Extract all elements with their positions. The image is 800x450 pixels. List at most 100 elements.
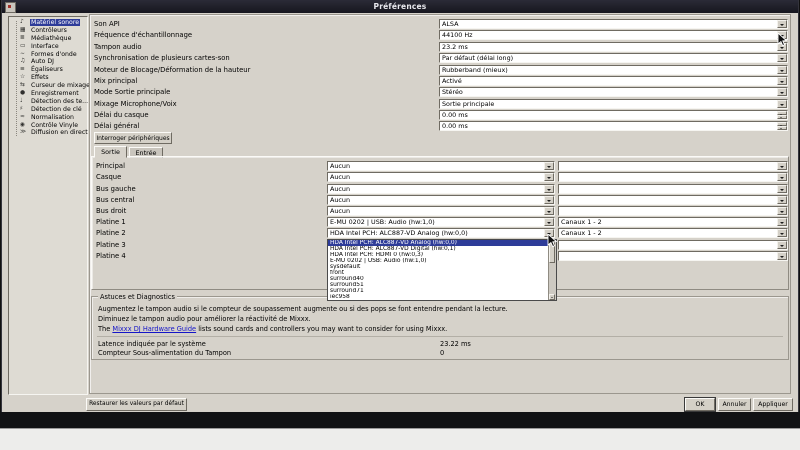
deck2-device-combobox[interactable]: HDA Intel PCH: ALC887-VD Analog (hw:0,0) xyxy=(327,228,555,238)
chevron-down-icon[interactable] xyxy=(777,162,787,170)
chevron-down-icon[interactable] xyxy=(777,88,787,96)
broadcast-icon: ≫ xyxy=(20,129,28,137)
bus-left-channel-combobox[interactable] xyxy=(558,184,788,194)
tip-line: The Mixxx DJ Hardware Guide lists sound … xyxy=(98,325,447,333)
form-label: Moteur de Blocage/Déformation de la haut… xyxy=(94,66,250,74)
preferences-nav: ♪Matériel sonore ▦Contrôleurs ≣Médiathèq… xyxy=(8,16,88,395)
monitor-icon: ▭ xyxy=(20,43,28,51)
speaker-icon: ♪ xyxy=(20,19,28,27)
audio-buffer-combobox[interactable]: 23.2 ms xyxy=(439,42,788,52)
bus-right-device-combobox[interactable]: Aucun xyxy=(327,206,555,216)
chevron-down-icon[interactable] xyxy=(777,185,787,193)
chevron-down-icon[interactable] xyxy=(777,54,787,62)
chevron-down-icon[interactable] xyxy=(777,196,787,204)
keylock-engine-combobox[interactable]: Rubberband (mieux) xyxy=(439,65,788,75)
chevron-down-icon[interactable] xyxy=(777,218,787,226)
scroll-down-icon[interactable] xyxy=(549,294,555,300)
deck2-channel-combobox[interactable]: Canaux 1 - 2 xyxy=(558,228,788,238)
api-combobox[interactable]: ALSA xyxy=(439,19,788,29)
dropdown-scrollbar[interactable] xyxy=(548,240,556,300)
sidebar-item-vinyl-control[interactable]: ◉Contrôle Vinyle xyxy=(9,122,87,130)
master-device-combobox[interactable]: Aucun xyxy=(327,161,555,171)
master-mix-combobox[interactable]: Activé xyxy=(439,76,788,86)
chevron-down-icon[interactable] xyxy=(777,100,787,108)
bus-center-device-combobox[interactable]: Aucun xyxy=(327,195,555,205)
device-row-label: Platine 4 xyxy=(96,252,126,260)
master-output-mode-combobox[interactable]: Stéréo xyxy=(439,87,788,97)
recorder-toolbar: ▶ Image par image • « » 00:00:10 00:00:1… xyxy=(0,428,800,450)
dropdown-option[interactable]: iec958 xyxy=(328,294,549,300)
headphone-channel-combobox[interactable] xyxy=(558,172,788,182)
sidebar-item-controllers[interactable]: ▦Contrôleurs xyxy=(9,27,87,35)
ok-button[interactable]: OK xyxy=(685,398,715,411)
chevron-down-icon[interactable] xyxy=(777,229,787,237)
deck4-channel-combobox[interactable] xyxy=(558,251,788,261)
chevron-down-icon[interactable] xyxy=(777,252,787,260)
bus-center-channel-combobox[interactable] xyxy=(558,195,788,205)
sidebar-item-live-broadcasting[interactable]: ≫Diffusion en direct xyxy=(9,129,87,137)
headphone-delay-spinbox[interactable]: 0.00 ms xyxy=(439,110,788,120)
apply-button[interactable]: Appliquer xyxy=(753,398,793,411)
chevron-down-icon[interactable] xyxy=(544,173,554,181)
tip-line: Diminuez le tampon audio pour améliorer … xyxy=(98,315,311,323)
sidebar-item-key-detection[interactable]: ♯Détection de clé xyxy=(9,106,87,114)
sidebar-item-sound-hardware[interactable]: ♪Matériel sonore xyxy=(9,19,87,27)
tab-output[interactable]: Sortie xyxy=(94,146,127,158)
chevron-down-icon[interactable] xyxy=(544,196,554,204)
sidebar-item-effects[interactable]: ☆Effets xyxy=(9,74,87,82)
spin-down-icon[interactable] xyxy=(777,115,787,119)
master-channel-combobox[interactable] xyxy=(558,161,788,171)
titlebar[interactable]: Préférences xyxy=(2,0,798,13)
device-row-label: Bus droit xyxy=(96,207,126,215)
underflow-label: Compteur Sous-alimentation du Tampon xyxy=(98,349,231,357)
sidebar-item-normalization[interactable]: ≈Normalisation xyxy=(9,114,87,122)
sidebar-item-library[interactable]: ≣Médiathèque xyxy=(9,35,87,43)
microphone-mix-combobox[interactable]: Sortie principale xyxy=(439,99,788,109)
deck1-channel-combobox[interactable]: Canaux 1 - 2 xyxy=(558,217,788,227)
bus-left-device-combobox[interactable]: Aucun xyxy=(327,184,555,194)
chevron-down-icon[interactable] xyxy=(544,218,554,226)
preferences-window: Préférences ♪Matériel sonore ▦Contrôleur… xyxy=(2,0,798,412)
chevron-down-icon[interactable] xyxy=(544,162,554,170)
chevron-down-icon[interactable] xyxy=(777,207,787,215)
latency-value: 23.22 ms xyxy=(440,340,471,348)
vinyl-icon: ◉ xyxy=(20,122,28,130)
form-label: Mix principal xyxy=(94,77,137,85)
sidebar-item-beat-detection[interactable]: ♩Détection des te... xyxy=(9,98,87,106)
chevron-down-icon[interactable] xyxy=(777,77,787,85)
effects-icon: ☆ xyxy=(20,74,28,82)
autodj-icon: ♫ xyxy=(20,58,28,66)
device-row-label: Platine 2 xyxy=(96,229,126,237)
headphone-device-combobox[interactable]: Aucun xyxy=(327,172,555,182)
chevron-down-icon[interactable] xyxy=(777,241,787,249)
sidebar-item-crossfader[interactable]: ⇆Curseur de mixage xyxy=(9,82,87,90)
deck3-channel-combobox[interactable] xyxy=(558,240,788,250)
chevron-down-icon[interactable] xyxy=(777,20,787,28)
bus-right-channel-combobox[interactable] xyxy=(558,206,788,216)
tip-line: Augmentez le tampon audio si le compteur… xyxy=(98,305,508,313)
master-delay-spinbox[interactable]: 0.00 ms xyxy=(439,121,788,131)
chevron-down-icon[interactable] xyxy=(777,173,787,181)
query-devices-button[interactable]: Interroger périphériques xyxy=(94,132,172,144)
multi-soundcard-sync-combobox[interactable]: Par défaut (délai long) xyxy=(439,53,788,63)
sidebar-item-interface[interactable]: ▭Interface xyxy=(9,43,87,51)
chevron-down-icon[interactable] xyxy=(544,185,554,193)
hardware-guide-link[interactable]: Mixxx DJ Hardware Guide xyxy=(112,325,196,333)
chevron-down-icon[interactable] xyxy=(777,66,787,74)
restore-defaults-button[interactable]: Restaurer les valeurs par défaut xyxy=(86,398,187,411)
window-title: Préférences xyxy=(2,2,798,11)
form-label: Délai du casque xyxy=(94,111,149,119)
deck1-device-combobox[interactable]: E-MU 0202 | USB: Audio (hw:1,0) xyxy=(327,217,555,227)
chevron-down-icon[interactable] xyxy=(544,207,554,215)
device-row-label: Bus gauche xyxy=(96,185,136,193)
bpm-icon: ♩ xyxy=(20,98,28,106)
spin-down-icon[interactable] xyxy=(777,126,787,130)
library-icon: ≣ xyxy=(20,35,28,43)
device-row-label: Principal xyxy=(96,162,125,170)
device-row-label: Bus central xyxy=(96,196,134,204)
cancel-button[interactable]: Annuler xyxy=(718,398,751,411)
sidebar-item-recording[interactable]: ●Enregistrement xyxy=(9,90,87,98)
samplerate-combobox[interactable]: 44100 Hz xyxy=(439,30,788,40)
taskbar: × [Capture/Deskt... /media/ram Editeur d… xyxy=(0,412,800,428)
record-icon: ● xyxy=(20,90,28,98)
